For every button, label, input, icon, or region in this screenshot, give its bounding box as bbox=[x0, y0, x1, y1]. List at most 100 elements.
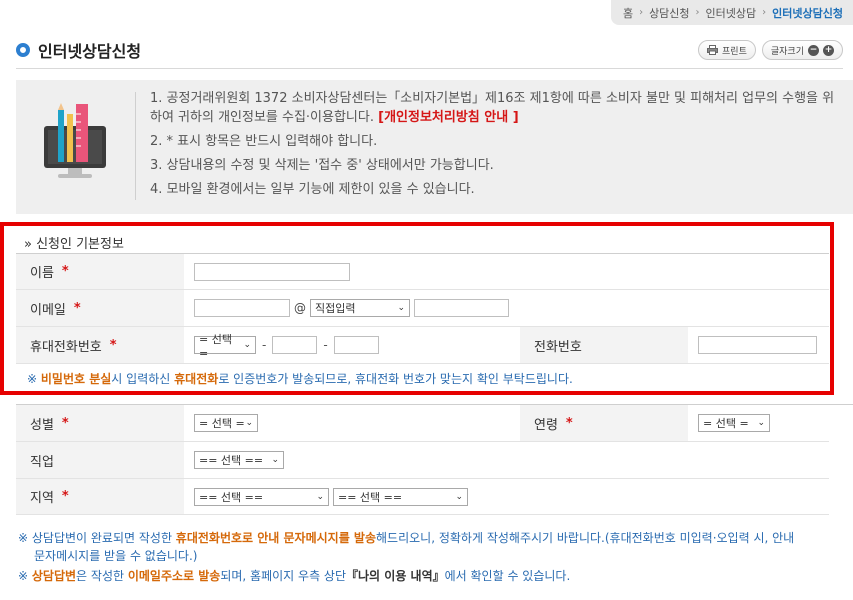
chevron-down-icon: ⌄ bbox=[245, 418, 253, 428]
my-history-link[interactable]: 『나의 이용 내역』 bbox=[346, 569, 445, 583]
age-label: 연령 bbox=[534, 417, 558, 433]
gender-field-cell: = 선택 = ⌄ bbox=[184, 405, 520, 441]
phone-field-cell bbox=[688, 327, 817, 363]
name-label-cell: 이름 * bbox=[16, 254, 184, 289]
mobile-middle-input[interactable] bbox=[272, 336, 318, 354]
job-field-cell: == 선택 == ⌄ bbox=[184, 442, 284, 478]
printer-icon bbox=[707, 45, 719, 55]
region-city-value: == 선택 == bbox=[338, 490, 403, 504]
age-select[interactable]: = 선택 = ⌄ bbox=[698, 414, 770, 432]
email-label: 이메일 bbox=[30, 302, 66, 318]
chevron-down-icon: ⌄ bbox=[243, 340, 251, 350]
name-input[interactable] bbox=[194, 262, 350, 281]
footnote-email-text-2: 되며, 홈페이지 우측 상단 bbox=[220, 569, 347, 583]
age-field-cell: = 선택 = ⌄ bbox=[688, 405, 770, 441]
gender-label-cell: 성별 * bbox=[16, 405, 184, 441]
form-row-job: 직업 == 선택 == ⌄ bbox=[16, 442, 829, 479]
warning-text-2: 로 인증번호가 발송되므로, 휴대전화 번호가 맞는지 확인 부탁드립니다. bbox=[218, 372, 573, 386]
footnote-sms-highlight: 휴대전화번호로 안내 문자메시지를 발송 bbox=[175, 531, 377, 545]
notice-item-4: 4. 모바일 환경에서는 일부 기능에 제한이 있을 수 있습니다. bbox=[150, 182, 475, 197]
mobile-label: 휴대전화번호 bbox=[30, 339, 102, 355]
page-title: 인터넷상담신청 bbox=[38, 42, 142, 61]
section-title-basic-info: » 신청인 기본정보 bbox=[24, 237, 124, 252]
required-mark: * bbox=[73, 300, 81, 316]
mobile-label-cell: 휴대전화번호 * bbox=[16, 327, 184, 363]
form-row-name: 이름 * bbox=[16, 254, 829, 290]
title-divider bbox=[16, 68, 843, 69]
warning-prefix: ※ bbox=[27, 372, 41, 386]
breadcrumb-level1[interactable]: 상담신청 bbox=[649, 5, 689, 21]
region-field-cell: == 선택 == ⌄ == 선택 == ⌄ bbox=[184, 479, 468, 514]
warning-highlight-1: 비밀번호 분실 bbox=[40, 372, 112, 386]
email-domain-input[interactable] bbox=[414, 299, 509, 317]
required-mark: * bbox=[61, 415, 69, 431]
mobile-prefix-select[interactable]: = 선택 = ⌄ bbox=[194, 333, 256, 360]
job-label-cell: 직업 bbox=[16, 442, 184, 478]
privacy-policy-link[interactable]: [개인정보처리방침 안내 ] bbox=[378, 110, 519, 125]
footnote-sms: ※ 상담답변이 완료되면 작성한 휴대전화번호로 안내 문자메시지를 발송해드리… bbox=[18, 529, 794, 565]
zoom-in-icon[interactable]: + bbox=[823, 44, 834, 56]
breadcrumb-current: 인터넷상담신청 bbox=[772, 6, 843, 20]
footnote-sms-text-3: 문자메시지를 받을 수 없습니다.) bbox=[34, 549, 198, 563]
chevron-down-icon: ⌄ bbox=[455, 491, 463, 502]
mobile-prefix-value: = 선택 = bbox=[199, 332, 232, 360]
footnote-email-highlight-2: 이메일주소로 발송 bbox=[127, 569, 221, 583]
mobile-field-cell: = 선택 = ⌄ - - bbox=[184, 327, 520, 363]
font-size-label: 글자크기 bbox=[770, 46, 804, 57]
dash: - bbox=[323, 338, 328, 352]
page-header: 인터넷상담신청 프린트 글자크기 − + bbox=[16, 38, 843, 62]
chevron-down-icon: ⌄ bbox=[397, 303, 405, 313]
footnote-email: ※ 상담답변은 작성한 이메일주소로 발송되며, 홈페이지 우측 상단『나의 이… bbox=[18, 567, 570, 585]
footnote-email-text-1: 은 작성한 bbox=[76, 569, 128, 583]
gender-select[interactable]: = 선택 = ⌄ bbox=[194, 414, 258, 432]
form-row-region: 지역 * == 선택 == ⌄ == 선택 == ⌄ bbox=[16, 479, 829, 515]
form-row-gender-age: 성별 * = 선택 = ⌄ 연령 * = 선택 = ⌄ bbox=[16, 405, 829, 442]
print-button[interactable]: 프린트 bbox=[698, 40, 756, 60]
stationery-icon bbox=[44, 103, 106, 178]
breadcrumb-level2[interactable]: 인터넷상담 bbox=[706, 5, 757, 21]
email-domain-value: 직접입력 bbox=[315, 302, 356, 315]
title-bullet-icon bbox=[16, 43, 30, 57]
email-domain-select[interactable]: 직접입력 ⌄ bbox=[310, 299, 410, 317]
phone-input[interactable] bbox=[698, 336, 817, 354]
email-id-input[interactable] bbox=[194, 299, 290, 317]
required-mark: * bbox=[61, 489, 69, 504]
notice-box: 1. 공정거래위원회 1372 소비자상담센터는「소비자기본법」제16조 제1항… bbox=[16, 80, 853, 214]
print-label: 프린트 bbox=[722, 46, 747, 57]
chevron-down-icon: ⌄ bbox=[271, 455, 279, 465]
form-row-mobile: 휴대전화번호 * = 선택 = ⌄ - - 전화번호 bbox=[16, 327, 829, 364]
region-label: 지역 bbox=[30, 491, 54, 506]
zoom-out-icon[interactable]: − bbox=[808, 44, 819, 56]
chevron-down-icon: ⌄ bbox=[316, 491, 324, 502]
notice-list: 1. 공정거래위원회 1372 소비자상담센터는「소비자기본법」제16조 제1항… bbox=[150, 89, 843, 204]
name-label: 이름 bbox=[30, 266, 54, 281]
footnote-sms-text-1: ※ 상담답변이 완료되면 작성한 bbox=[18, 531, 176, 545]
name-field-cell bbox=[184, 254, 350, 289]
footnote-email-highlight-1: 상담답변 bbox=[31, 569, 77, 583]
phone-label-cell: 전화번호 bbox=[520, 327, 688, 363]
region-city-select[interactable]: == 선택 == ⌄ bbox=[333, 487, 468, 506]
breadcrumb-separator-icon: › bbox=[639, 7, 644, 18]
footnote-email-text-3: 에서 확인할 수 있습니다. bbox=[444, 569, 571, 583]
job-select[interactable]: == 선택 == ⌄ bbox=[194, 451, 284, 469]
breadcrumb-home[interactable]: 홈 bbox=[623, 5, 633, 21]
phone-label: 전화번호 bbox=[534, 339, 582, 355]
region-province-value: == 선택 == bbox=[199, 490, 264, 504]
notice-item-3: 3. 상담내용의 수정 및 삭제는 '접수 중' 상태에서만 가능합니다. bbox=[150, 158, 494, 173]
required-mark: * bbox=[61, 264, 69, 279]
job-value: == 선택 == bbox=[199, 454, 264, 467]
notice-item-1: 1. 공정거래위원회 1372 소비자상담센터는「소비자기본법」제16조 제1항… bbox=[150, 89, 843, 127]
age-label-cell: 연령 * bbox=[520, 405, 688, 441]
mobile-last-input[interactable] bbox=[333, 336, 379, 354]
breadcrumb: 홈 › 상담신청 › 인터넷상담 › 인터넷상담신청 bbox=[610, 0, 853, 25]
dash: - bbox=[262, 338, 267, 352]
gender-value: = 선택 = bbox=[199, 417, 245, 430]
chevron-down-icon: ⌄ bbox=[757, 418, 765, 428]
email-at-sign: @ bbox=[294, 301, 306, 315]
warning-text-1: 시 입력하신 bbox=[111, 372, 175, 386]
mobile-warning: ※ 비밀번호 분실시 입력하신 휴대전화로 인증번호가 발송되므로, 휴대전화 … bbox=[27, 370, 573, 387]
region-province-select[interactable]: == 선택 == ⌄ bbox=[194, 487, 329, 506]
job-label: 직업 bbox=[30, 454, 54, 470]
age-value: = 선택 = bbox=[703, 417, 749, 430]
region-label-cell: 지역 * bbox=[16, 479, 184, 514]
